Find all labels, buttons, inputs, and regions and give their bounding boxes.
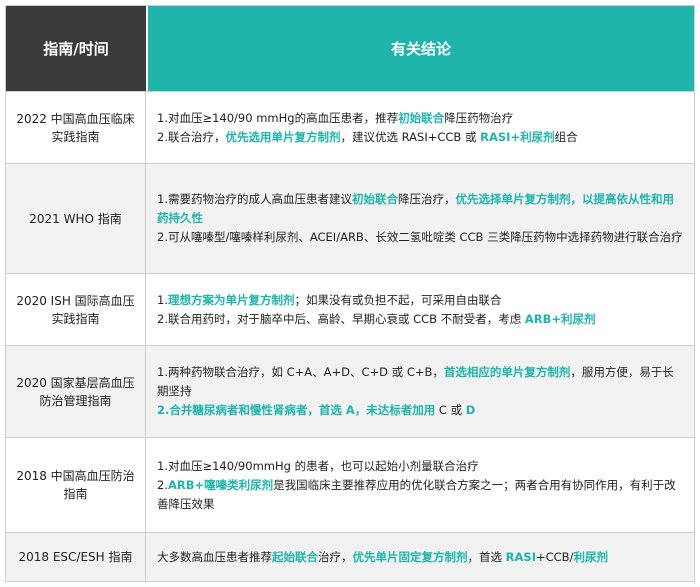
conclusion-cell: 1.对血压≥140/90 mmHg的高血压患者，推荐初始联合降压药物治疗 2.联合… bbox=[146, 92, 694, 163]
highlight-text: 首选相应的单片复方制剂 bbox=[443, 365, 571, 379]
guide-cell: 2022 中国高血压临床实践指南 bbox=[6, 92, 146, 163]
highlight-text: 2.合并糖尿病者和慢性肾病者，首选 A，未达标者加用 bbox=[157, 403, 436, 417]
header-guide-time: 指南/时间 bbox=[6, 6, 146, 91]
conclusion-text: ，建议优选 RASI+CCB 或 bbox=[340, 129, 481, 144]
conclusion-cell: 1.两种药物联合治疗，如 C+A、A+D、C+D 或 C+B，首选相应的单片复方… bbox=[146, 346, 694, 437]
highlight-text: 初始联合 bbox=[351, 192, 398, 206]
conclusion-text: 1.需要药物治疗的成人高血压患者建议 bbox=[157, 192, 352, 206]
conclusion-cell: 1.对血压≥140/90mmHg 的患者，也可以起始小剂量联合治疗 2.ARB+噻… bbox=[146, 438, 694, 532]
highlight-text: RASI+利尿剂 bbox=[480, 129, 555, 144]
conclusion-text: 治疗， bbox=[318, 549, 353, 564]
table-row: 2022 中国高血压临床实践指南 1.对血压≥140/90 mmHg的高血压患者… bbox=[6, 91, 694, 163]
guideline-table: 指南/时间 有关结论 2022 中国高血压临床实践指南 1.对血压≥140/90… bbox=[5, 5, 695, 582]
conclusion-cell: 1.需要药物治疗的成人高血压患者建议初始联合降压治疗，优先选择单片复方制剂，以提… bbox=[146, 164, 694, 273]
conclusion-text: +CCB/ bbox=[535, 549, 574, 564]
table-row: 2020 国家基层高血压防治管理指南 1.两种药物联合治疗，如 C+A、A+D、… bbox=[6, 345, 694, 437]
conclusion-line: 1.理想方案为单片复方制剂；如果没有或负担不起，可采用自由联合 bbox=[157, 291, 684, 310]
conclusion-cell: 1.理想方案为单片复方制剂；如果没有或负担不起，可采用自由联合 2.联合用药时，对… bbox=[146, 274, 694, 345]
conclusion-text: 1. bbox=[157, 292, 168, 307]
highlight-text: 起始联合 bbox=[272, 549, 318, 564]
highlight-text: 优先单片固定复方制剂 bbox=[352, 549, 468, 564]
conclusion-text: 大多数高血压患者推荐 bbox=[157, 549, 272, 564]
conclusion-text: 2.联合治疗， bbox=[157, 129, 226, 144]
header-conclusions: 有关结论 bbox=[146, 6, 694, 91]
highlight-text: RASI bbox=[505, 549, 536, 564]
table-row: 2018 ESC/ESH 指南 大多数高血压患者推荐起始联合治疗，优先单片固定复… bbox=[6, 532, 694, 581]
conclusion-line: 2.合并糖尿病者和慢性肾病者，首选 A，未达标者加用 C 或 D bbox=[157, 401, 684, 420]
table-row: 2020 ISH 国际高血压实践指南 1.理想方案为单片复方制剂；如果没有或负担… bbox=[6, 273, 694, 345]
table-row: 2018 中国高血压防治指南 1.对血压≥140/90mmHg 的患者，也可以起… bbox=[6, 437, 694, 532]
conclusion-line: 2.联合用药时，对于脑卒中后、高龄、早期心衰或 CCB 不耐受者，考虑 ARB+… bbox=[157, 310, 684, 329]
conclusion-text: 2.联合用药时，对于脑卒中后、高龄、早期心衰或 CCB 不耐受者，考虑 bbox=[157, 311, 525, 326]
conclusion-line: 2.ARB+噻嗪类利尿剂是我国临床主要推荐应用的优化联合方案之一；两者合用有协同… bbox=[157, 476, 684, 514]
conclusion-line: 2.可从噻嗪型/噻嗪样利尿剂、ACEI/ARB、长效二氢吡啶类 CCB 三类降压… bbox=[157, 228, 684, 247]
highlight-text: 利尿剂 bbox=[573, 549, 608, 564]
guide-cell: 2021 WHO 指南 bbox=[6, 164, 146, 273]
guide-cell: 2020 ISH 国际高血压实践指南 bbox=[6, 274, 146, 345]
conclusion-line: 1.对血压≥140/90mmHg 的患者，也可以起始小剂量联合治疗 bbox=[157, 457, 684, 476]
highlight-text: 优先选用单片复方制剂 bbox=[225, 129, 341, 144]
conclusion-text: 1.对血压≥140/90mmHg 的患者，也可以起始小剂量联合治疗 bbox=[157, 458, 479, 473]
conclusion-text: 降压药物治疗 bbox=[444, 110, 514, 125]
highlight-text: ARB+噻嗪类利尿剂 bbox=[167, 477, 274, 492]
conclusion-cell: 大多数高血压患者推荐起始联合治疗，优先单片固定复方制剂，首选 RASI+CCB/… bbox=[146, 533, 694, 581]
highlight-text: 理想方案为单片复方制剂 bbox=[167, 292, 295, 307]
highlight-text: 初始联合 bbox=[398, 110, 445, 125]
conclusion-text: 1.两种药物联合治疗，如 C+A、A+D、C+D 或 C+B， bbox=[157, 365, 444, 379]
conclusion-text: ，首选 bbox=[467, 549, 506, 564]
conclusion-text: 降压治疗， bbox=[397, 192, 456, 206]
highlight-text: D bbox=[465, 403, 476, 417]
conclusion-line: 1.需要药物治疗的成人高血压患者建议初始联合降压治疗，优先选择单片复方制剂，以提… bbox=[157, 190, 684, 228]
guide-cell: 2020 国家基层高血压防治管理指南 bbox=[6, 346, 146, 437]
guide-cell: 2018 中国高血压防治指南 bbox=[6, 438, 146, 532]
conclusion-text: 2. bbox=[157, 477, 168, 492]
conclusion-line: 1.对血压≥140/90 mmHg的高血压患者，推荐初始联合降压药物治疗 bbox=[157, 109, 684, 128]
conclusion-text: C 或 bbox=[435, 403, 466, 417]
conclusion-text: ；如果没有或负担不起，可采用自由联合 bbox=[294, 292, 502, 307]
conclusion-text: 1.对血压≥140/90 mmHg的高血压患者，推荐 bbox=[157, 110, 399, 125]
highlight-text: ARB+利尿剂 bbox=[524, 311, 596, 326]
conclusion-text: 组合 bbox=[554, 129, 578, 144]
conclusion-line: 1.两种药物联合治疗，如 C+A、A+D、C+D 或 C+B，首选相应的单片复方… bbox=[157, 363, 684, 401]
conclusion-text: 2.可从噻嗪型/噻嗪样利尿剂、ACEI/ARB、长效二氢吡啶类 CCB 三类降压… bbox=[157, 230, 683, 244]
conclusion-line: 大多数高血压患者推荐起始联合治疗，优先单片固定复方制剂，首选 RASI+CCB/… bbox=[157, 548, 684, 567]
conclusion-line: 2.联合治疗，优先选用单片复方制剂，建议优选 RASI+CCB 或 RASI+利… bbox=[157, 128, 684, 147]
table-row: 2021 WHO 指南 1.需要药物治疗的成人高血压患者建议初始联合降压治疗，优… bbox=[6, 163, 694, 273]
guide-cell: 2018 ESC/ESH 指南 bbox=[6, 533, 146, 581]
